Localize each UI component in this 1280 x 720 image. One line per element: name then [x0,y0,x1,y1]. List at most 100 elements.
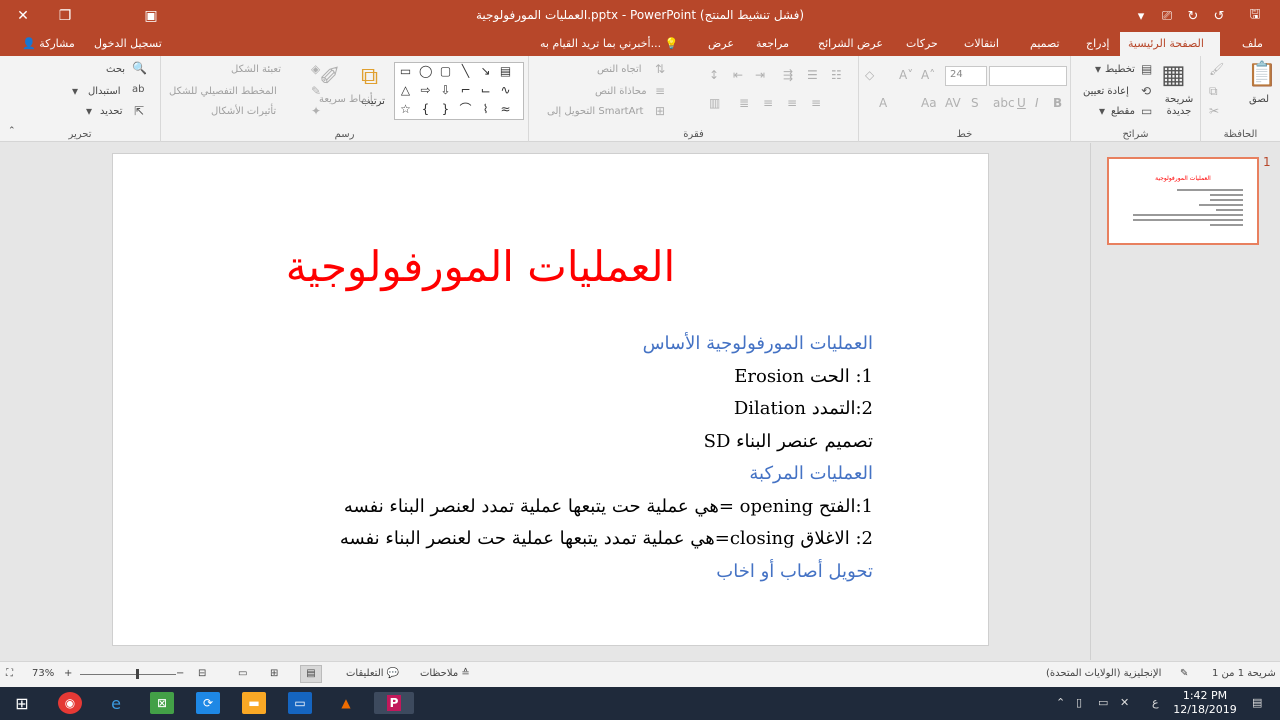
zoom-level[interactable]: 73% [32,668,54,679]
laptop-app-icon[interactable]: ▭ [288,692,312,714]
fit-slide-icon[interactable]: ⛶ [6,668,13,679]
new-slide-button[interactable]: شريحة جديدة [1157,94,1201,118]
shape-effects-button[interactable]: تأثيرات الأشكال [211,106,276,117]
start-presentation-icon[interactable]: ⎚ [1156,6,1178,26]
tab-insert[interactable]: إدراج [1078,32,1117,56]
layout-icon: ▤ [1141,62,1153,76]
slide-body[interactable]: العمليات المورفولوجية الأساس 1: الحت Ero… [233,328,873,588]
brace-left-icon[interactable]: { [419,103,432,116]
elbow-icon[interactable]: ⌙ [479,84,492,97]
shapes-gallery[interactable]: ▭ ◯ ▢ ╲ ↘ ▤ △ ⇨ ⇩ ⌐ ⌙ ∿ ☆ { } ⌒ ⌇ ≈ [394,62,524,120]
rounded-rect-icon[interactable]: ▢ [439,65,452,78]
edge-icon[interactable]: e [104,692,128,714]
rtl-icon: ⇤ [733,68,744,82]
slideshow-view-icon[interactable]: ⊟ [198,668,206,679]
tell-me-box[interactable]: أخبرني بما تريد القيام به... 💡 [532,32,686,56]
powerpoint-taskbar-icon[interactable]: P [374,692,414,714]
slide-title[interactable]: العمليات المورفولوجية [113,242,988,291]
arrange-button[interactable]: ترتيب [361,96,385,107]
textbox-icon[interactable]: ▤ [499,65,512,78]
wave-icon[interactable]: ≈ [499,103,512,116]
group-clipboard: 🖌 ⧉ ✂ 📋 لصق الحافظة [1200,56,1280,142]
input-language[interactable]: ع [1152,696,1159,709]
sign-in-link[interactable]: تسجيل الدخول [86,32,170,56]
chevron-down-icon: ▾ [1095,62,1102,76]
align-text-button[interactable]: محاذاة النص [595,86,647,97]
zoom-thumb[interactable] [136,669,139,679]
comments-button[interactable]: التعليقات 💬 [346,668,399,679]
underline-icon: U [1017,96,1026,110]
clock-date: 12/18/2019 [1173,703,1237,716]
share-button[interactable]: 👤 مشاركة [14,32,83,56]
indent-icon: ⇶ [783,68,794,82]
sync-app-icon[interactable]: ⟳ [196,692,220,714]
tab-slideshow[interactable]: عرض الشرائح [810,32,891,56]
tab-home[interactable]: الصفحة الرئيسية [1120,32,1220,56]
reading-view-icon[interactable]: ▭ [238,668,247,679]
font-name-box[interactable] [989,66,1067,86]
zoom-out-icon[interactable]: − [176,668,184,679]
reset-button[interactable]: إعادة تعيين [1083,86,1129,97]
text-direction-icon: ⇅ [655,62,666,76]
notes-button[interactable]: ملاحظات ≙ [420,668,470,679]
slide-thumbnail[interactable]: العمليات المورفولوجية [1107,157,1259,245]
system-clock[interactable]: 1:42 PM 12/18/2019 [1170,689,1240,717]
paste-icon: 📋 [1247,60,1277,88]
language-indicator[interactable]: الإنجليزية (الولايات المتحدة) [1046,668,1161,679]
select-button[interactable]: تحديد [100,106,123,117]
tab-view[interactable]: عرض [700,32,742,56]
ellipse-icon[interactable]: ◯ [419,65,432,78]
down-arrow-icon[interactable]: ⇩ [439,84,452,97]
right-arrow-icon[interactable]: ⇨ [419,84,432,97]
store-icon[interactable]: ⊠ [150,692,174,714]
decrease-font-icon: A˅ [899,68,914,82]
connector-icon[interactable]: ⌐ [459,84,472,97]
rectangle-icon[interactable]: ▭ [399,65,412,78]
tray-expand-icon[interactable]: ⌃ [1056,696,1065,709]
curve-icon[interactable]: ∿ [499,84,512,97]
matlab-icon[interactable]: ▲ [334,692,358,714]
zoom-slider[interactable] [80,674,176,675]
brace-right-icon[interactable]: } [439,103,452,116]
redo-icon[interactable]: ↻ [1182,6,1204,26]
spellcheck-icon[interactable]: ✎ [1180,668,1188,679]
smartart-button[interactable]: التحويل إلى SmartArt [547,106,643,117]
tab-design[interactable]: تصميم [1022,32,1068,56]
network-icon[interactable]: ▯ [1076,696,1082,709]
text-direction-button[interactable]: اتجاه النص [597,64,642,75]
shape-outline-button[interactable]: المخطط التفصيلي للشكل [169,86,277,97]
align-center-icon: ≡ [787,96,798,110]
file-explorer-icon[interactable]: ▬ [242,692,266,714]
triangle-icon[interactable]: △ [399,84,412,97]
layout-button[interactable]: تخطيط [1105,64,1135,75]
lightbulb-icon: 💡 [664,37,679,50]
volume-icon[interactable]: ✕ [1120,696,1129,709]
font-size-box[interactable]: 24 [945,66,987,86]
find-button[interactable]: بحث [106,64,125,75]
arc-icon[interactable]: ⌒ [459,103,472,116]
tab-review[interactable]: مراجعة [748,32,797,56]
replace-button[interactable]: استبدال [88,86,121,97]
star-icon[interactable]: ☆ [399,103,412,116]
arrow-line-icon[interactable]: ↘ [479,65,492,78]
windows-start-icon[interactable]: ⊞ [10,692,34,714]
freeform-icon[interactable]: ⌇ [479,103,492,116]
normal-view-icon[interactable]: ▤ [300,665,322,683]
zoom-in-icon[interactable]: + [64,668,72,679]
chrome-icon[interactable]: ◉ [58,692,82,714]
qat-customize-icon[interactable]: ▾ [1130,6,1152,26]
notifications-icon[interactable]: ▤ [1252,696,1262,709]
slide-sorter-icon[interactable]: ⊞ [270,668,278,679]
paste-button[interactable]: لصق [1249,94,1269,105]
line-icon[interactable]: ╲ [459,65,472,78]
battery-icon[interactable]: ▭ [1098,696,1108,709]
tab-file[interactable]: ملف [1234,32,1271,56]
tab-animations[interactable]: حركات [898,32,946,56]
slide-canvas[interactable]: العمليات المورفولوجية العمليات المورفولو… [112,153,989,646]
undo-icon[interactable]: ↺ [1208,6,1230,26]
shape-fill-button[interactable]: تعبئة الشكل [231,64,281,75]
save-icon[interactable]: 🖫 [1244,6,1266,26]
tab-transitions[interactable]: انتقالات [956,32,1007,56]
body-line: العمليات المورفولوجية الأساس [642,333,873,354]
section-button[interactable]: مقطع [1111,106,1135,117]
